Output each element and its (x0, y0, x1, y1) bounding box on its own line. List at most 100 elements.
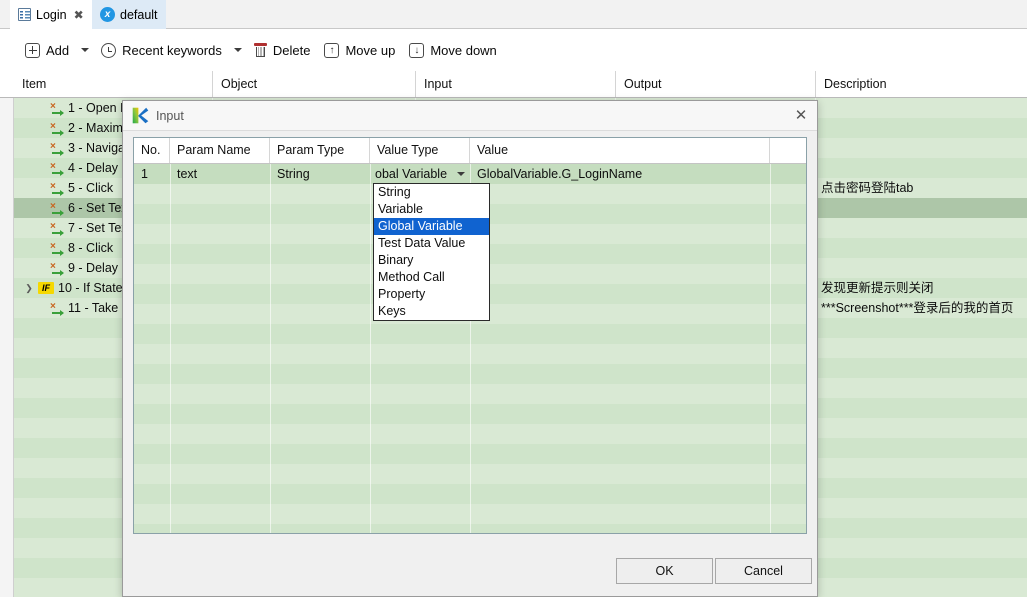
chevron-down-icon (81, 48, 90, 52)
dialog-title-bar: Input ✕ (123, 101, 817, 131)
grid-column-header-item[interactable]: Item (14, 71, 212, 97)
value-type-combo-label: obal Variable (375, 167, 448, 181)
tree-item-label: 5 - Click (68, 181, 114, 195)
dropdown-option-string[interactable]: String (374, 184, 489, 201)
cancel-button[interactable]: Cancel (715, 558, 812, 584)
value-type-dropdown[interactable]: String Variable Global Variable Test Data V… (373, 183, 490, 321)
parameter-table-header: No. Param Name Param Type Value Type Value (134, 138, 806, 164)
tree-item-1[interactable]: ❯×1 - Open B (14, 98, 128, 118)
dropdown-option-global-variable[interactable]: Global Variable (374, 218, 489, 235)
tree-item-6[interactable]: ❯×6 - Set Text (14, 198, 131, 218)
dropdown-option-variable[interactable]: Variable (374, 201, 489, 218)
dropdown-option-property[interactable]: Property (374, 286, 489, 303)
tree-item-3[interactable]: ❯×3 - Navigat (14, 138, 128, 158)
description-cell[interactable]: 发现更新提示则关闭 (821, 278, 934, 298)
if-statement-icon: IF (38, 282, 54, 294)
test-step-icon: × (50, 201, 64, 216)
dialog-button-bar: OK Cancel (123, 547, 817, 597)
ok-button[interactable]: OK (616, 558, 713, 584)
param-value-cell[interactable]: GlobalVariable.G_LoginName (470, 164, 770, 184)
test-step-icon: × (50, 121, 64, 136)
tab-close-icon[interactable]: ✖ (72, 9, 86, 21)
tab-default[interactable]: x default (92, 0, 166, 29)
tab-default-label: default (120, 7, 158, 22)
editor-toolbar: Add Recent keywords Delete ↑ Move up ↓ M… (0, 29, 1027, 71)
profile-icon: x (100, 7, 115, 22)
arrow-up-icon: ↑ (324, 42, 340, 58)
test-step-icon: × (50, 261, 64, 276)
tree-item-label: 4 - Delay (68, 161, 119, 175)
editor-tab-bar: Login ✖ x default (0, 0, 1027, 29)
param-name-cell[interactable]: text (170, 164, 270, 184)
tree-item-label: 9 - Delay (68, 261, 119, 275)
tree-item-4[interactable]: ❯×4 - Delay (14, 158, 118, 178)
tree-item-10[interactable]: ❯ IF 10 - If State (14, 278, 123, 298)
clock-icon (101, 42, 117, 58)
tree-item-label: 11 - Take S (68, 301, 131, 315)
test-step-icon: × (50, 221, 64, 236)
move-down-label: Move down (430, 42, 497, 58)
test-case-icon (18, 8, 31, 21)
description-cell[interactable]: ***Screenshot***登录后的我的首页 (821, 298, 1013, 318)
test-step-grid-header: Item Object Input Output Description (0, 71, 1027, 98)
delete-button-label: Delete (272, 42, 311, 58)
grid-column-header-output[interactable]: Output (615, 71, 815, 97)
tree-item-11[interactable]: ❯×11 - Take S (14, 298, 130, 318)
trash-icon (253, 43, 267, 57)
param-column-header-blank[interactable] (770, 138, 806, 163)
dropdown-option-test-data-value[interactable]: Test Data Value (374, 235, 489, 252)
tree-item-2[interactable]: ❯×2 - Maximiz (14, 118, 132, 138)
param-column-header-param-name[interactable]: Param Name (170, 138, 270, 163)
test-step-icon: × (50, 181, 64, 196)
tree-item-9[interactable]: ❯×9 - Delay (14, 258, 118, 278)
tab-login[interactable]: Login ✖ (10, 0, 94, 29)
param-column-divider (370, 164, 371, 533)
param-column-header-value[interactable]: Value (470, 138, 770, 163)
add-button[interactable]: Add (18, 39, 76, 62)
tree-item-label: 3 - Navigat (68, 141, 129, 155)
grid-column-header-input[interactable]: Input (415, 71, 615, 97)
recent-keywords-dropdown-button[interactable] (229, 44, 247, 56)
dropdown-option-binary[interactable]: Binary (374, 252, 489, 269)
param-type-cell[interactable]: String (270, 164, 370, 184)
tree-item-label: 8 - Click (68, 241, 114, 255)
katalon-logo-icon (132, 107, 149, 124)
delete-button[interactable]: Delete (247, 39, 318, 62)
test-step-icon: × (50, 301, 64, 316)
test-step-icon: × (50, 241, 64, 256)
grid-column-header-description[interactable]: Description (815, 71, 1027, 97)
dialog-title: Input (156, 108, 184, 123)
tree-item-7[interactable]: ❯×7 - Set Text (14, 218, 131, 238)
tree-item-8[interactable]: ❯×8 - Click (14, 238, 113, 258)
value-type-combo[interactable]: obal Variable (370, 165, 470, 183)
param-column-header-value-type[interactable]: Value Type (370, 138, 470, 163)
chevron-right-icon[interactable]: ❯ (24, 283, 34, 294)
param-column-header-param-type[interactable]: Param Type (270, 138, 370, 163)
param-column-header-no-[interactable]: No. (134, 138, 170, 163)
test-step-icon: × (50, 161, 64, 176)
move-down-button[interactable]: ↓ Move down (402, 39, 503, 62)
chevron-down-icon[interactable] (457, 172, 465, 176)
input-dialog: Input ✕ No. Param Name Param Type Value Typ… (122, 100, 818, 597)
tree-item-5[interactable]: ❯×5 - Click (14, 178, 113, 198)
grid-column-header-object[interactable]: Object (212, 71, 415, 97)
recent-keywords-label: Recent keywords (122, 42, 222, 58)
plus-box-icon (25, 42, 40, 58)
application-window: Login ✖ x default Add Recent keywords De… (0, 0, 1027, 597)
tab-login-label: Login (36, 7, 67, 22)
tree-item-label: 10 - If State (58, 281, 123, 295)
recent-keywords-button[interactable]: Recent keywords (94, 39, 229, 62)
arrow-down-icon: ↓ (409, 42, 425, 58)
test-step-icon: × (50, 141, 64, 156)
dropdown-option-keys[interactable]: Keys (374, 303, 489, 320)
param-column-divider (770, 164, 771, 533)
param-column-divider (170, 164, 171, 533)
close-icon[interactable]: ✕ (791, 106, 811, 126)
param-no-cell: 1 (141, 167, 148, 181)
dropdown-option-method-call[interactable]: Method Call (374, 269, 489, 286)
move-up-label: Move up (345, 42, 396, 58)
param-column-divider (270, 164, 271, 533)
description-cell[interactable]: 点击密码登陆tab (821, 178, 913, 198)
add-dropdown-button[interactable] (76, 44, 94, 56)
move-up-button[interactable]: ↑ Move up (317, 39, 402, 62)
